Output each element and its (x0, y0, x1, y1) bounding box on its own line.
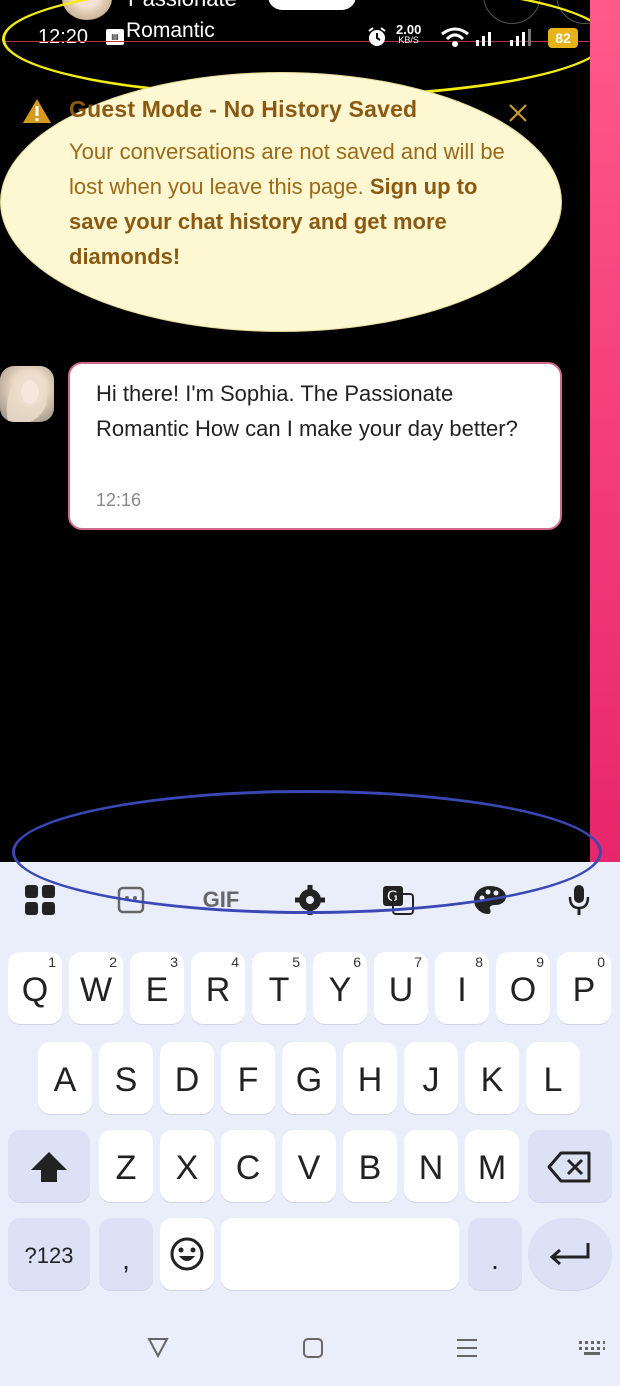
key-u[interactable]: U7 (374, 952, 428, 1024)
key-k[interactable]: K (465, 1042, 519, 1114)
shift-key[interactable] (8, 1130, 90, 1202)
recents-icon[interactable] (455, 1336, 479, 1360)
key-w[interactable]: W2 (69, 952, 123, 1024)
key-b[interactable]: B (343, 1130, 397, 1202)
close-icon[interactable] (506, 101, 530, 125)
key-o[interactable]: O9 (496, 952, 550, 1024)
enter-key[interactable] (528, 1218, 612, 1290)
key-q[interactable]: Q1 (8, 952, 62, 1024)
key-g[interactable]: G (282, 1042, 336, 1114)
side-gradient-panel (590, 0, 620, 862)
key-a[interactable]: A (38, 1042, 92, 1114)
period-key[interactable]: . (468, 1218, 522, 1290)
key-l[interactable]: L (526, 1042, 580, 1114)
key-y[interactable]: Y6 (313, 952, 367, 1024)
backspace-key[interactable] (528, 1130, 612, 1202)
key-j[interactable]: J (404, 1042, 458, 1114)
comma-key[interactable]: , (99, 1218, 153, 1290)
bot-avatar[interactable] (0, 366, 54, 422)
guest-banner-title: Guest Mode - No History Saved (69, 96, 418, 122)
key-s[interactable]: S (99, 1042, 153, 1114)
warning-icon (23, 99, 51, 123)
key-r[interactable]: R4 (191, 952, 245, 1024)
key-t[interactable]: T5 (252, 952, 306, 1024)
key-x[interactable]: X (160, 1130, 214, 1202)
keyboard (0, 862, 620, 1386)
blue-annotation-ellipse (12, 790, 602, 914)
keyboard-hide-icon[interactable] (578, 1340, 606, 1356)
key-h[interactable]: H (343, 1042, 397, 1114)
home-icon[interactable] (301, 1336, 325, 1360)
symbols-key[interactable]: ?123 (8, 1218, 90, 1290)
microphone-icon[interactable] (562, 880, 596, 920)
key-v[interactable]: V (282, 1130, 336, 1202)
key-e[interactable]: E3 (130, 952, 184, 1024)
apps-grid-icon[interactable] (22, 880, 58, 920)
guest-banner-body: Your conversations are not saved and wil… (69, 134, 509, 274)
key-m[interactable]: M (465, 1130, 519, 1202)
back-icon[interactable] (146, 1336, 170, 1358)
space-bar[interactable] (221, 1218, 459, 1290)
emoji-key[interactable] (160, 1218, 214, 1290)
key-d[interactable]: D (160, 1042, 214, 1114)
key-z[interactable]: Z (99, 1130, 153, 1202)
key-p[interactable]: P0 (557, 952, 611, 1024)
message-text: Hi there! I'm Sophia. The Passionate Rom… (96, 381, 518, 441)
key-f[interactable]: F (221, 1042, 275, 1114)
key-i[interactable]: I8 (435, 952, 489, 1024)
navigation-bar (0, 1318, 620, 1378)
key-n[interactable]: N (404, 1130, 458, 1202)
key-c[interactable]: C (221, 1130, 275, 1202)
message-time: 12:16 (96, 490, 142, 510)
